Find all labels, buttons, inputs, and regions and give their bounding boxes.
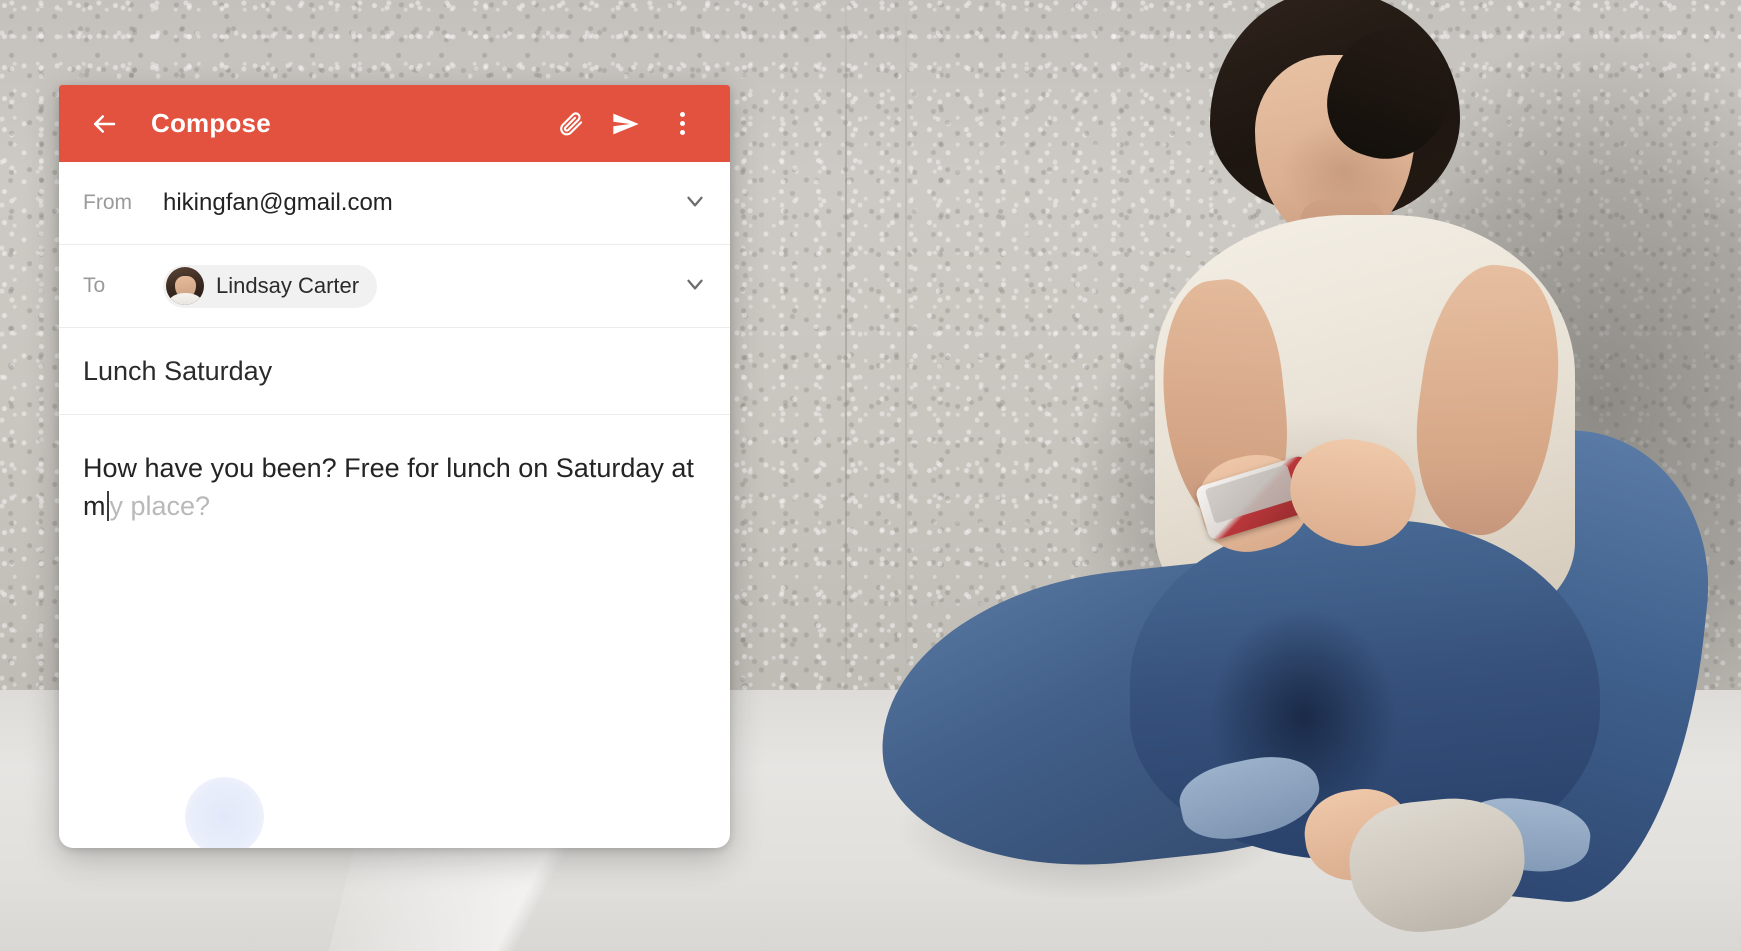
page-title: Compose	[151, 108, 271, 138]
attach-button[interactable]	[544, 98, 596, 150]
subject-input[interactable]: Lunch Saturday	[59, 328, 730, 415]
to-label: To	[83, 274, 106, 297]
compose-app-bar: Compose	[59, 85, 730, 162]
paperclip-icon	[557, 110, 584, 137]
body-suggestion-text: y place?	[109, 491, 211, 522]
back-button[interactable]	[81, 101, 127, 147]
app-bar-actions	[544, 98, 708, 150]
from-label: From	[83, 191, 132, 214]
from-field-row[interactable]: From hikingfan@gmail.com	[59, 162, 730, 245]
wall-seam	[845, 0, 847, 700]
avatar	[166, 267, 204, 305]
chevron-down-icon[interactable]	[682, 188, 708, 219]
recipient-chip[interactable]: Lindsay Carter	[163, 264, 378, 308]
more-options-button[interactable]	[656, 98, 708, 150]
recipient-name: Lindsay Carter	[216, 273, 360, 298]
body-input[interactable]: How have you been? Free for lunch on Sat…	[59, 415, 730, 526]
send-icon	[610, 108, 642, 140]
more-vertical-icon	[679, 112, 685, 135]
person-subject	[866, 0, 1741, 951]
text-caret	[106, 491, 109, 522]
back-arrow-icon	[89, 109, 119, 139]
from-value: hikingfan@gmail.com	[163, 189, 393, 216]
compose-card: Compose From hikingfan@gmail.com To Lind…	[59, 85, 730, 848]
touch-ripple	[185, 777, 264, 848]
send-button[interactable]	[600, 98, 652, 150]
subject-value: Lunch Saturday	[83, 355, 273, 386]
to-field-row[interactable]: To Lindsay Carter	[59, 245, 730, 328]
chevron-down-icon[interactable]	[682, 271, 708, 302]
